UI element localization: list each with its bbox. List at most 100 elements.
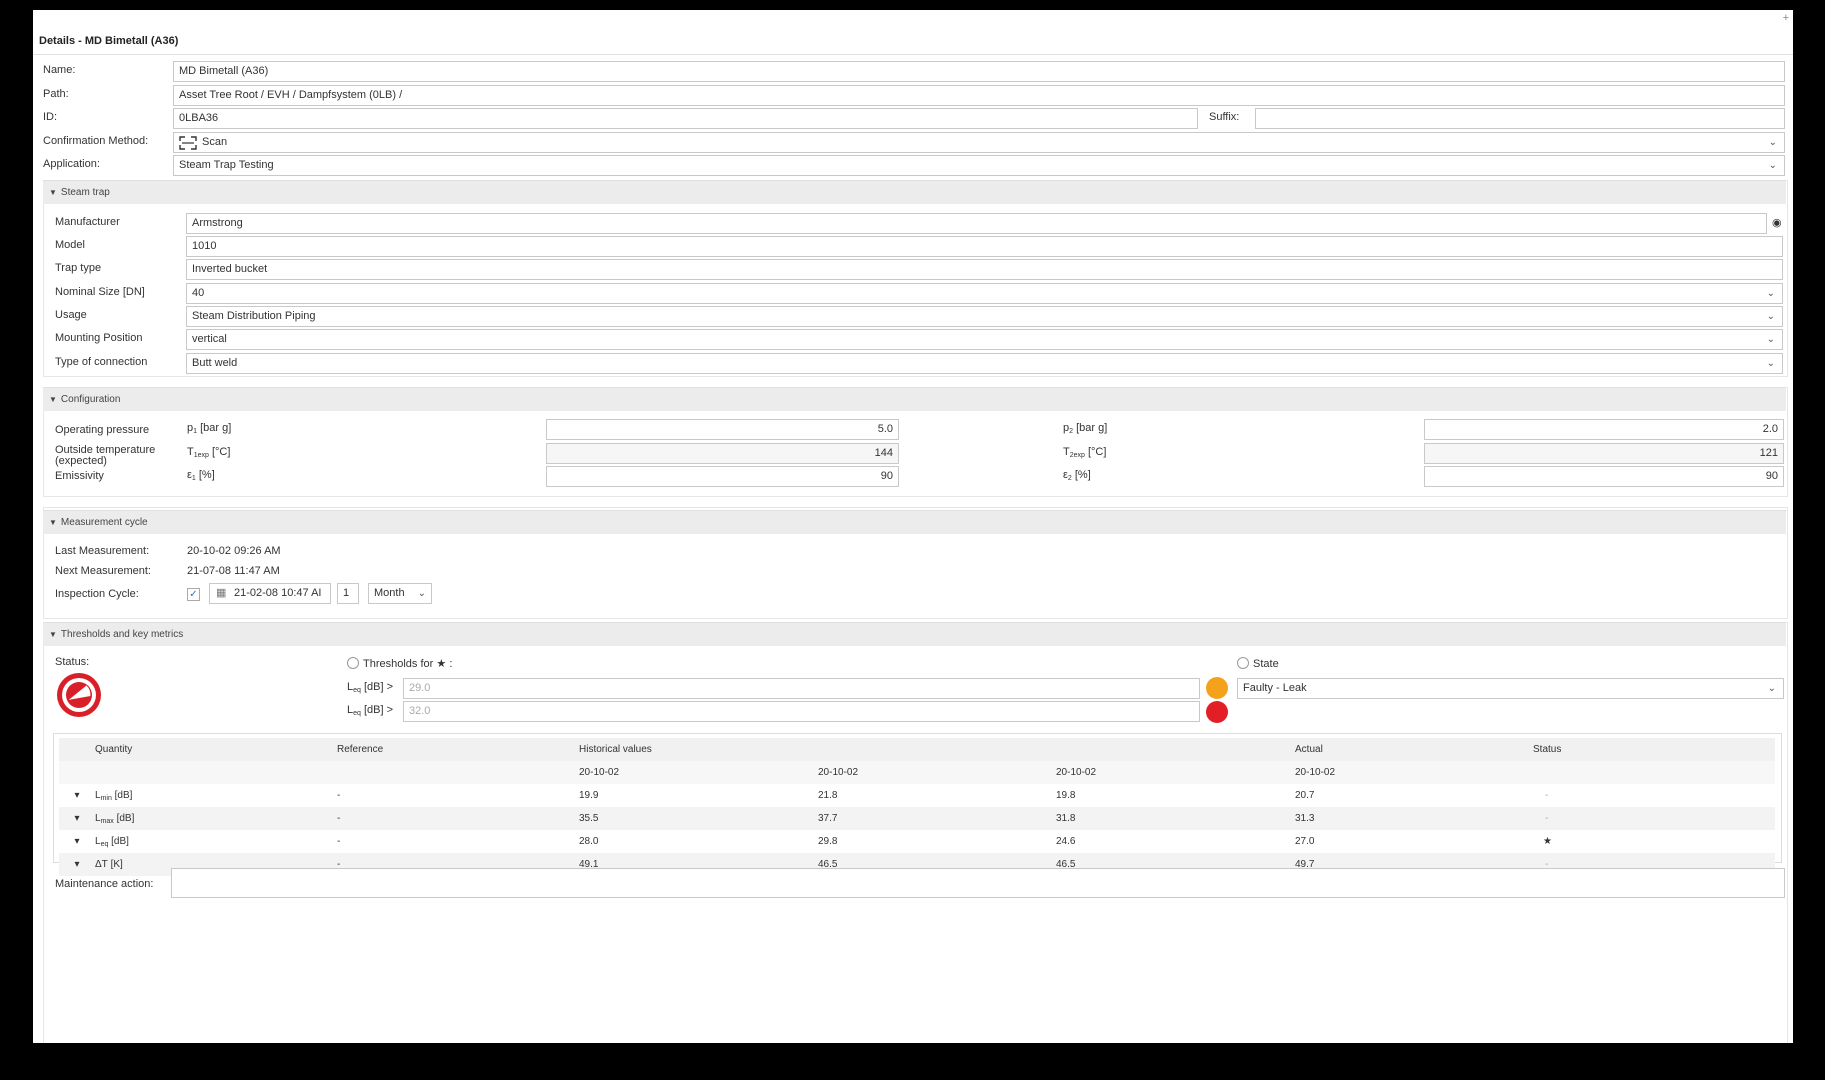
section-title: Measurement cycle (60, 517, 148, 528)
history-date-2: 20-10-02 (818, 761, 1056, 784)
status-fault-icon (55, 671, 103, 722)
suffix-field[interactable] (1255, 108, 1785, 129)
steam-trap-header[interactable]: ▼ Steam trap (43, 180, 1786, 204)
table-row[interactable]: ▾ Lmin [dB] - 19.9 21.8 19.8 20.7 - (59, 784, 1775, 807)
nominal-size-value: 40 (192, 287, 205, 299)
id-field[interactable]: 0LBA36 (173, 108, 1198, 129)
history-cell: 21.8 (818, 790, 838, 801)
connection-type-value: Butt weld (192, 357, 238, 369)
history-cell: 28.0 (579, 836, 599, 847)
maintenance-action-field[interactable] (171, 868, 1785, 898)
inspection-date-field[interactable]: ▦ 21-02-08 10:47 AI (209, 583, 331, 604)
id-label: ID: (43, 111, 58, 123)
e2-label: ε2 [%] (1063, 469, 1091, 482)
chevron-down-icon: ⌄ (1767, 683, 1776, 694)
trap-type-field[interactable]: Inverted bucket (186, 259, 1783, 280)
inspection-count-field[interactable]: 1 (337, 583, 359, 604)
collapse-triangle-icon: ▼ (49, 630, 57, 639)
expand-row-icon[interactable]: ▾ (59, 830, 95, 853)
t1-field[interactable]: 144 (546, 443, 899, 464)
outside-temperature-sublabel: (expected) (55, 455, 107, 467)
leq-threshold-2-field[interactable]: 32.0 (403, 701, 1200, 722)
expand-row-icon[interactable]: ▾ (59, 807, 95, 830)
leq-threshold-2-label: Leq [dB] > (347, 704, 394, 717)
manufacturer-label: Manufacturer (55, 216, 120, 228)
t2-label: T2exp [°C] (1063, 446, 1107, 459)
metrics-table: Quantity Reference Historical values Act… (59, 738, 1775, 876)
next-measurement-value: 21-07-08 11:47 AM (187, 565, 280, 577)
thresholds-for-radio[interactable] (347, 657, 359, 669)
thresholds-for-option[interactable]: Thresholds for ★ : (347, 657, 452, 670)
divider (33, 54, 1793, 55)
quantity-cell: Lmax [dB] (95, 807, 337, 830)
history-date-1: 20-10-02 (579, 761, 818, 784)
inspection-cycle-label: Inspection Cycle: (55, 588, 139, 600)
confirmation-method-select[interactable]: Scan ⌄ (173, 132, 1785, 153)
mounting-position-select[interactable]: vertical ⌄ (186, 329, 1783, 350)
status-cell: - (1545, 790, 1549, 801)
model-field[interactable]: 1010 (186, 236, 1783, 257)
table-row[interactable]: ▾ Lmax [dB] - 35.5 37.7 31.8 31.3 - (59, 807, 1775, 830)
state-radio[interactable] (1237, 657, 1249, 669)
details-panel: + Details - MD Bimetall (A36) Name: MD B… (33, 10, 1793, 1043)
application-select[interactable]: Steam Trap Testing ⌄ (173, 155, 1785, 176)
section-title: Configuration (60, 394, 121, 405)
mounting-position-label: Mounting Position (55, 332, 143, 344)
chevron-down-icon: ⌄ (1766, 288, 1775, 299)
history-cell: 31.8 (1056, 807, 1295, 830)
name-label: Name: (43, 64, 76, 76)
expand-col-header (59, 738, 95, 761)
actual-cell: 31.3 (1295, 807, 1533, 830)
t2-field[interactable]: 121 (1424, 443, 1784, 464)
collapse-triangle-icon: ▼ (49, 518, 57, 527)
e2-field[interactable]: 90 (1424, 466, 1784, 487)
e1-field[interactable]: 90 (546, 466, 899, 487)
p2-label: p2 [bar g] (1063, 422, 1108, 435)
configuration-header[interactable]: ▼ Configuration (43, 387, 1786, 411)
thresholds-header[interactable]: ▼ Thresholds and key metrics (43, 622, 1786, 646)
name-field[interactable]: MD Bimetall (A36) (173, 61, 1785, 82)
binoculars-icon[interactable]: ◉ (1772, 216, 1782, 229)
manufacturer-field[interactable]: Armstrong (186, 213, 1767, 234)
measurement-cycle-header[interactable]: ▼ Measurement cycle (43, 510, 1786, 534)
p1-label: p1 [bar g] (187, 422, 232, 435)
table-date-row: 20-10-02 20-10-02 20-10-02 20-10-02 (59, 761, 1775, 784)
p2-field[interactable]: 2.0 (1424, 419, 1784, 440)
section-title: Steam trap (60, 187, 110, 198)
last-measurement-label: Last Measurement: (55, 545, 150, 557)
confirmation-method-value: Scan (202, 136, 228, 148)
e1-label: ε1 [%] (187, 469, 215, 482)
usage-label: Usage (55, 309, 87, 321)
history-cell: 29.8 (818, 836, 838, 847)
scan-icon (179, 136, 197, 152)
window-title: Details - MD Bimetall (A36) (39, 35, 179, 47)
quantity-cell: Leq [dB] (95, 835, 129, 848)
status-cell: - (1533, 807, 1775, 830)
expand-row-icon[interactable]: ▾ (59, 853, 95, 876)
connection-type-select[interactable]: Butt weld ⌄ (186, 353, 1783, 374)
reference-header: Reference (337, 738, 579, 761)
nominal-size-select[interactable]: 40 ⌄ (186, 283, 1783, 304)
history-date-3: 20-10-02 (1056, 761, 1295, 784)
leq-threshold-1-field[interactable]: 29.0 (403, 678, 1200, 699)
path-field[interactable]: Asset Tree Root / EVH / Dampfsystem (0LB… (173, 85, 1785, 106)
expand-row-icon[interactable]: ▾ (59, 784, 95, 807)
add-icon[interactable]: + (1783, 12, 1789, 24)
table-row[interactable]: ▾ Leq [dB] - 28.0 29.8 24.6 27.0 ★ (59, 830, 1775, 853)
quantity-header: Quantity (95, 738, 337, 761)
p1-field[interactable]: 5.0 (546, 419, 899, 440)
inspection-cycle-checkbox[interactable]: ✓ (187, 588, 200, 601)
inspection-unit-select[interactable]: Month ⌄ (368, 583, 432, 604)
leq-threshold-1-label: Leq [dB] > (347, 681, 394, 694)
state-option[interactable]: State (1237, 657, 1279, 670)
actual-cell: 27.0 (1295, 836, 1315, 847)
usage-select[interactable]: Steam Distribution Piping ⌄ (186, 306, 1783, 327)
operating-pressure-label: Operating pressure (55, 424, 150, 436)
chevron-down-icon: ⌄ (417, 588, 426, 599)
mounting-position-value: vertical (192, 333, 227, 345)
state-select[interactable]: Faulty - Leak ⌄ (1237, 678, 1784, 699)
history-cell: 19.8 (1056, 790, 1076, 801)
inspection-date-value: 21-02-08 10:47 AI (234, 587, 322, 599)
last-measurement-value: 20-10-02 09:26 AM (187, 545, 281, 557)
warning-status-dot (1206, 677, 1228, 699)
